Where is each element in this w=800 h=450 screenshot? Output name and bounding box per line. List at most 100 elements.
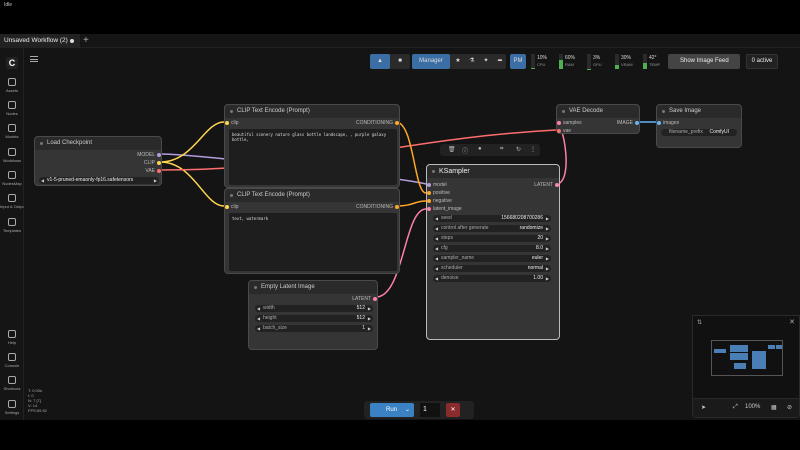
help-icon	[8, 330, 16, 338]
unsaved-dot-icon	[70, 39, 74, 43]
pointer-icon[interactable]: ➤	[701, 404, 706, 411]
ckpt-name-select[interactable]: ◀ v1-5-pruned-emaonly-fp16.safetensors ▶	[39, 177, 159, 184]
input-samples[interactable]: samples	[557, 120, 582, 126]
batch-size-widget[interactable]: ◀ batch_size 1 ▶	[255, 325, 373, 332]
node-clip-text-encode-positive[interactable]: CLIP Text Encode (Prompt) clip CONDITION…	[224, 104, 400, 188]
node-save-image[interactable]: Save Image images filename_prefix ComfyUI	[656, 104, 742, 148]
input-clip[interactable]: clip	[225, 120, 239, 126]
minimap-settings-icon[interactable]: ⇅	[697, 319, 702, 326]
height-widget[interactable]: ◀ height 512 ▶	[255, 315, 373, 322]
node-title: KSampler	[427, 165, 559, 178]
output-latent[interactable]: LATENT	[352, 296, 377, 302]
sidebar-item-nodesmap[interactable]: NodesMap	[0, 171, 24, 186]
run-bar: Run ⌄ 1 ✕	[364, 401, 474, 419]
trash-icon[interactable]: 🗑	[448, 146, 456, 153]
steps-widget[interactable]: ◀ steps 20 ▶	[433, 235, 551, 242]
denoise-widget[interactable]: ◀ denoise 1.00 ▶	[433, 275, 551, 282]
nodesmap-icon	[8, 171, 16, 179]
output-model[interactable]: MODEL	[137, 152, 161, 158]
node-vae-decode[interactable]: VAE Decode samples vae IMAGE	[556, 104, 640, 134]
node-title: CLIP Text Encode (Prompt)	[225, 105, 399, 118]
minimap-toggle-icon[interactable]: ▦	[771, 404, 777, 411]
seed-widget[interactable]: ◀ seed 156680208700286 ▶	[433, 215, 551, 222]
cancel-run-button[interactable]: ✕	[446, 403, 460, 417]
add-tab-button[interactable]: +	[83, 35, 89, 47]
input-positive[interactable]: positive	[427, 190, 450, 196]
output-conditioning[interactable]: CONDITIONING	[356, 204, 399, 210]
control-after-generate-widget[interactable]: ◀ control after generate randomize ▶	[433, 225, 551, 232]
output-clip[interactable]: CLIP	[144, 160, 161, 166]
run-button[interactable]: Run ⌄	[370, 403, 414, 417]
node-title: CLIP Text Encode (Prompt)	[225, 189, 399, 202]
node-title: Save Image	[657, 105, 741, 118]
shortcuts-icon	[8, 376, 16, 384]
sidebar-item-io[interactable]: Input & Outputs	[0, 194, 24, 209]
sidebar-item-console[interactable]: Console	[0, 353, 24, 368]
more-icon[interactable]: ⋮	[530, 146, 536, 153]
render-stats: T: 0.00s I: 0 N: 7 [7] V: 14 FPS:59.52	[28, 388, 47, 413]
node-empty-latent-image[interactable]: Empty Latent Image LATENT ◀ width 512 ▶ ◀ he…	[248, 280, 378, 350]
node-ksampler[interactable]: KSampler model positive negative latent_…	[426, 164, 560, 340]
fit-view-icon[interactable]: ⤢	[733, 404, 738, 411]
node-title: Load Checkpoint	[35, 137, 161, 150]
batch-count-input[interactable]: 1	[420, 403, 440, 417]
output-conditioning[interactable]: CONDITIONING	[356, 120, 399, 126]
workflows-icon	[8, 148, 16, 156]
assets-icon	[8, 78, 16, 86]
output-latent[interactable]: LATENT	[534, 182, 559, 188]
zoom-controls: ➤ ⤢ 100% ▦ ⊘	[692, 398, 800, 418]
node-load-checkpoint[interactable]: Load Checkpoint MODEL CLIP VAE ◀ v1-5-pru…	[34, 136, 162, 186]
output-vae[interactable]: VAE	[145, 168, 161, 174]
sidebar-item-help[interactable]: Help	[0, 330, 24, 345]
sidebar-item-nodes[interactable]: Nodes	[0, 101, 24, 116]
app-name: Idle	[4, 2, 13, 8]
color-icon[interactable]: ●	[478, 146, 482, 152]
tab-label: Unsaved Workflow (2)	[4, 37, 68, 44]
close-icon[interactable]: ✕	[789, 318, 795, 326]
os-bar: Idle	[0, 0, 800, 28]
sidebar-item-settings[interactable]: Settings	[0, 400, 24, 415]
sidebar-item-shortcuts[interactable]: Shortcuts	[0, 376, 24, 391]
node-title: VAE Decode	[557, 105, 639, 118]
node-canvas[interactable]: ▲ ■ Manager ★ ⚗ ✦ ➦ PM 10% CPU 60% RAM 3% G…	[24, 48, 800, 420]
input-vae[interactable]: vae	[557, 128, 571, 134]
input-model[interactable]: model	[427, 182, 447, 188]
prompt-textarea[interactable]: text, watermark	[229, 213, 397, 271]
input-clip[interactable]: clip	[225, 204, 239, 210]
selection-toolbar: 🗑 ⓘ ● ⌗ ↻ ⋮	[440, 144, 540, 156]
comfy-logo-icon[interactable]: C	[6, 57, 18, 69]
sidebar-item-assets[interactable]: Assets	[0, 78, 24, 93]
models-icon	[8, 124, 16, 132]
minimap-viewport	[711, 340, 783, 376]
sidebar-item-templates[interactable]: Templates	[0, 218, 24, 233]
frame-icon[interactable]: ⌗	[500, 146, 503, 153]
input-negative[interactable]: negative	[427, 198, 452, 204]
output-image[interactable]: IMAGE	[617, 120, 639, 126]
input-images[interactable]: images	[657, 120, 679, 126]
minimap[interactable]: ⇅ ✕	[692, 315, 800, 405]
settings-icon	[8, 400, 16, 408]
tab-unsaved-workflow[interactable]: Unsaved Workflow (2)	[0, 34, 80, 48]
width-widget[interactable]: ◀ width 512 ▶	[255, 305, 373, 312]
node-title: Empty Latent Image	[249, 281, 377, 294]
input-latent-image[interactable]: latent_image	[427, 206, 462, 212]
sidebar: C Assets Nodes Models Workflows NodesMap…	[0, 48, 24, 420]
prompt-textarea[interactable]: beautiful scenery nature glass bottle la…	[229, 129, 397, 185]
zoom-level[interactable]: 100%	[745, 404, 760, 410]
cfg-widget[interactable]: ◀ cfg 8.0 ▶	[433, 245, 551, 252]
sidebar-item-models[interactable]: Models	[0, 124, 24, 139]
filename-prefix-field[interactable]: filename_prefix ComfyUI	[661, 129, 737, 136]
sampler-name-widget[interactable]: ◀ sampler_name euler ▶	[433, 255, 551, 262]
console-icon	[8, 353, 16, 361]
refresh-icon[interactable]: ↻	[516, 146, 521, 153]
bottom-bar	[0, 420, 800, 450]
link-visibility-icon[interactable]: ⊘	[787, 404, 792, 411]
chevron-down-icon[interactable]: ⌄	[405, 403, 410, 417]
scheduler-widget[interactable]: ◀ scheduler normal ▶	[433, 265, 551, 272]
sidebar-item-workflows[interactable]: Workflows	[0, 148, 24, 163]
tab-bar: Unsaved Workflow (2) +	[0, 34, 800, 48]
nodes-icon	[8, 101, 16, 109]
info-icon[interactable]: ⓘ	[462, 146, 468, 155]
templates-icon	[8, 218, 16, 226]
node-clip-text-encode-negative[interactable]: CLIP Text Encode (Prompt) clip CONDITION…	[224, 188, 400, 274]
